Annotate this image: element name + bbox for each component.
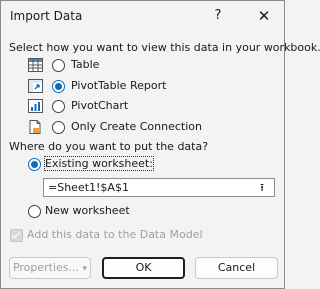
table-option-label[interactable]: Table [71,58,99,71]
pivottable-radio[interactable] [52,80,65,93]
view-section-heading: Select how you want to view this data in… [9,41,320,54]
chevron-down-icon: ▾ [82,264,88,274]
close-button[interactable]: ✕ [251,4,277,28]
new-worksheet-radio[interactable] [28,205,41,218]
connection-radio[interactable] [52,121,65,134]
cancel-button[interactable]: Cancel [195,257,278,279]
connection-icon [28,120,43,134]
pivottable-option-label[interactable]: PivotTable Report [71,79,166,92]
pivotchart-radio[interactable] [52,100,65,113]
import-data-dialog: Import Data ? ✕ Select how you want to v… [0,0,320,289]
range-field: ⭱ [43,178,275,197]
properties-button[interactable]: Properties... ▾ [9,257,91,279]
pivotchart-icon [28,99,43,113]
data-model-checkbox[interactable] [10,229,23,242]
ok-button[interactable]: OK [102,257,185,279]
existing-worksheet-label[interactable]: Existing worksheet: [44,156,154,171]
range-input[interactable] [44,179,252,196]
new-worksheet-label[interactable]: New worksheet [45,204,130,217]
help-button[interactable]: ? [205,4,231,28]
properties-label: Properties... [12,261,80,274]
data-model-label: Add this data to the Data Model [27,228,203,241]
table-icon [28,58,43,72]
table-radio[interactable] [52,59,65,72]
connection-option-label[interactable]: Only Create Connection [71,120,202,133]
pivottable-icon [28,79,43,93]
title-bar: Import Data ? ✕ [1,1,284,33]
dialog-title: Import Data [10,9,83,23]
existing-worksheet-radio[interactable] [28,158,41,171]
pivotchart-option-label[interactable]: PivotChart [71,99,128,112]
location-section-heading: Where do you want to put the data? [9,140,209,153]
collapse-dialog-icon[interactable]: ⭱ [251,180,273,195]
